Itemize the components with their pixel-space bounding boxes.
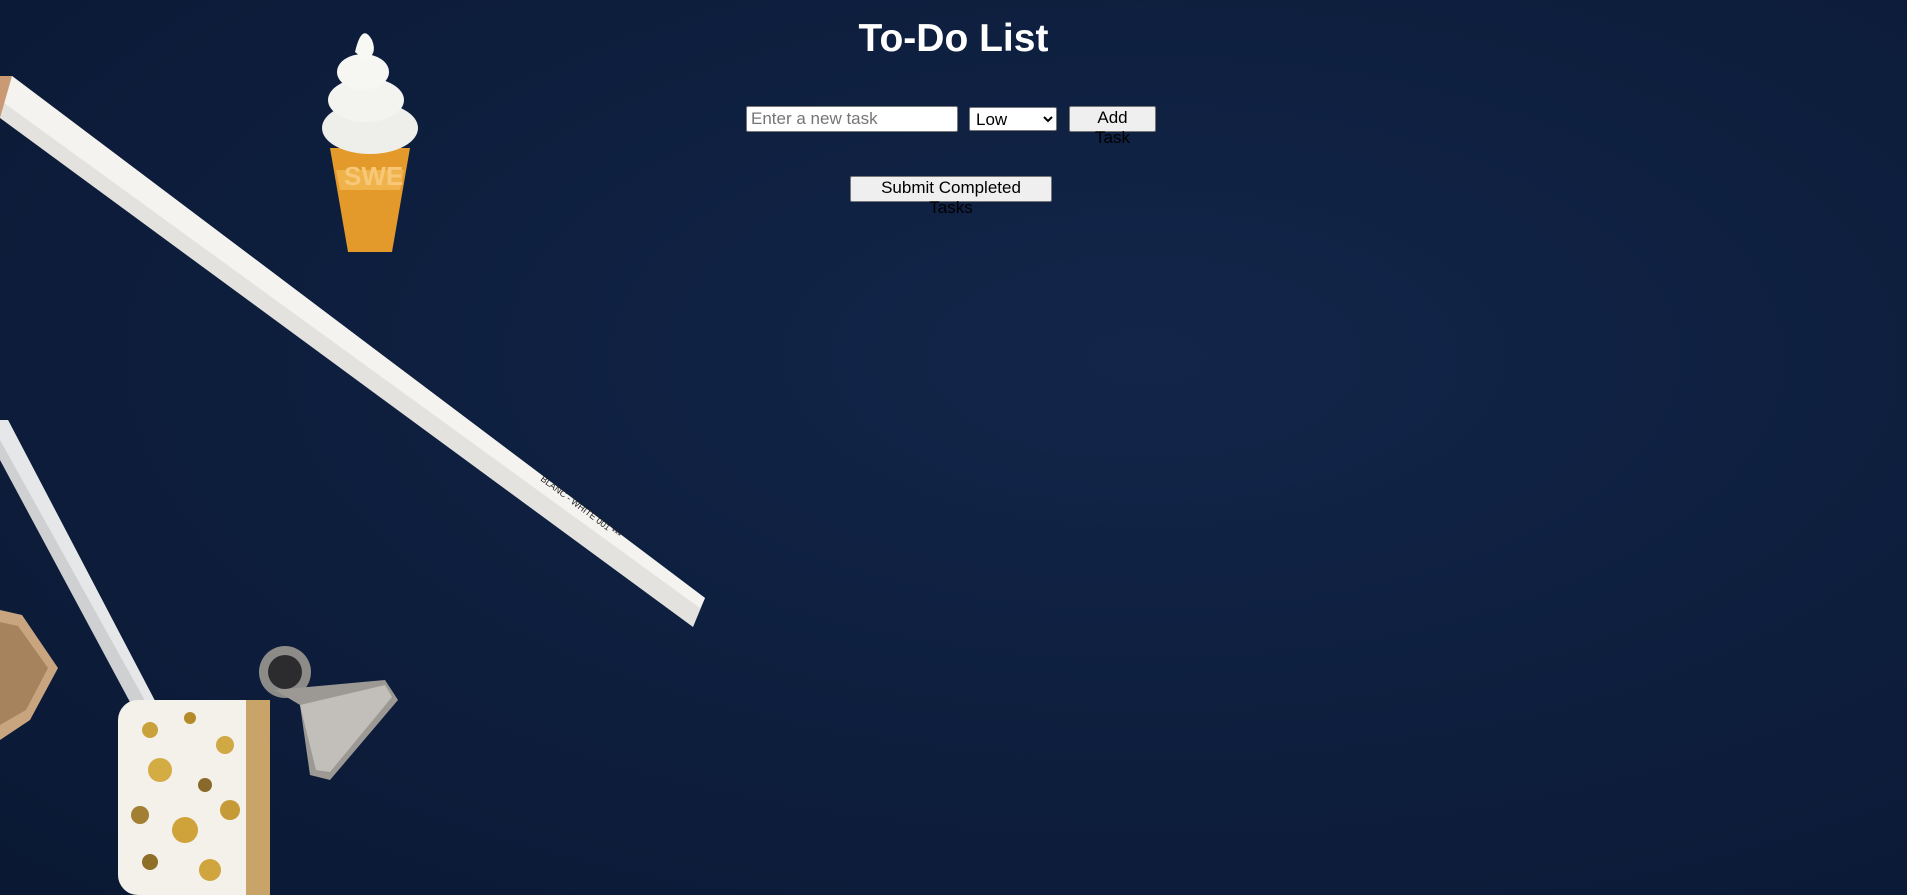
pencil-2-decoration [0,420,165,730]
priority-select[interactable]: Low [969,107,1057,131]
svg-text:BLANC - WHITE 001 ***: BLANC - WHITE 001 *** [539,474,623,541]
pencil-decoration: BLANC - WHITE 001 *** [0,76,705,627]
ice-cream-eraser-decoration: SWE [322,33,418,252]
submit-completed-tasks-button[interactable]: Submit Completed Tasks [850,176,1052,217]
background-photo: BLANC - WHITE 001 *** SWE [0,33,705,895]
task-form: Low Add Task [746,106,1156,147]
svg-text:SWE: SWE [344,161,403,191]
patterned-tape-decoration [0,610,58,740]
washi-tape-decoration [118,700,270,895]
page-title: To-Do List [858,17,1049,60]
new-task-input[interactable] [746,106,958,132]
add-task-button[interactable]: Add Task [1069,106,1156,147]
binder-clip-decoration [259,646,398,780]
